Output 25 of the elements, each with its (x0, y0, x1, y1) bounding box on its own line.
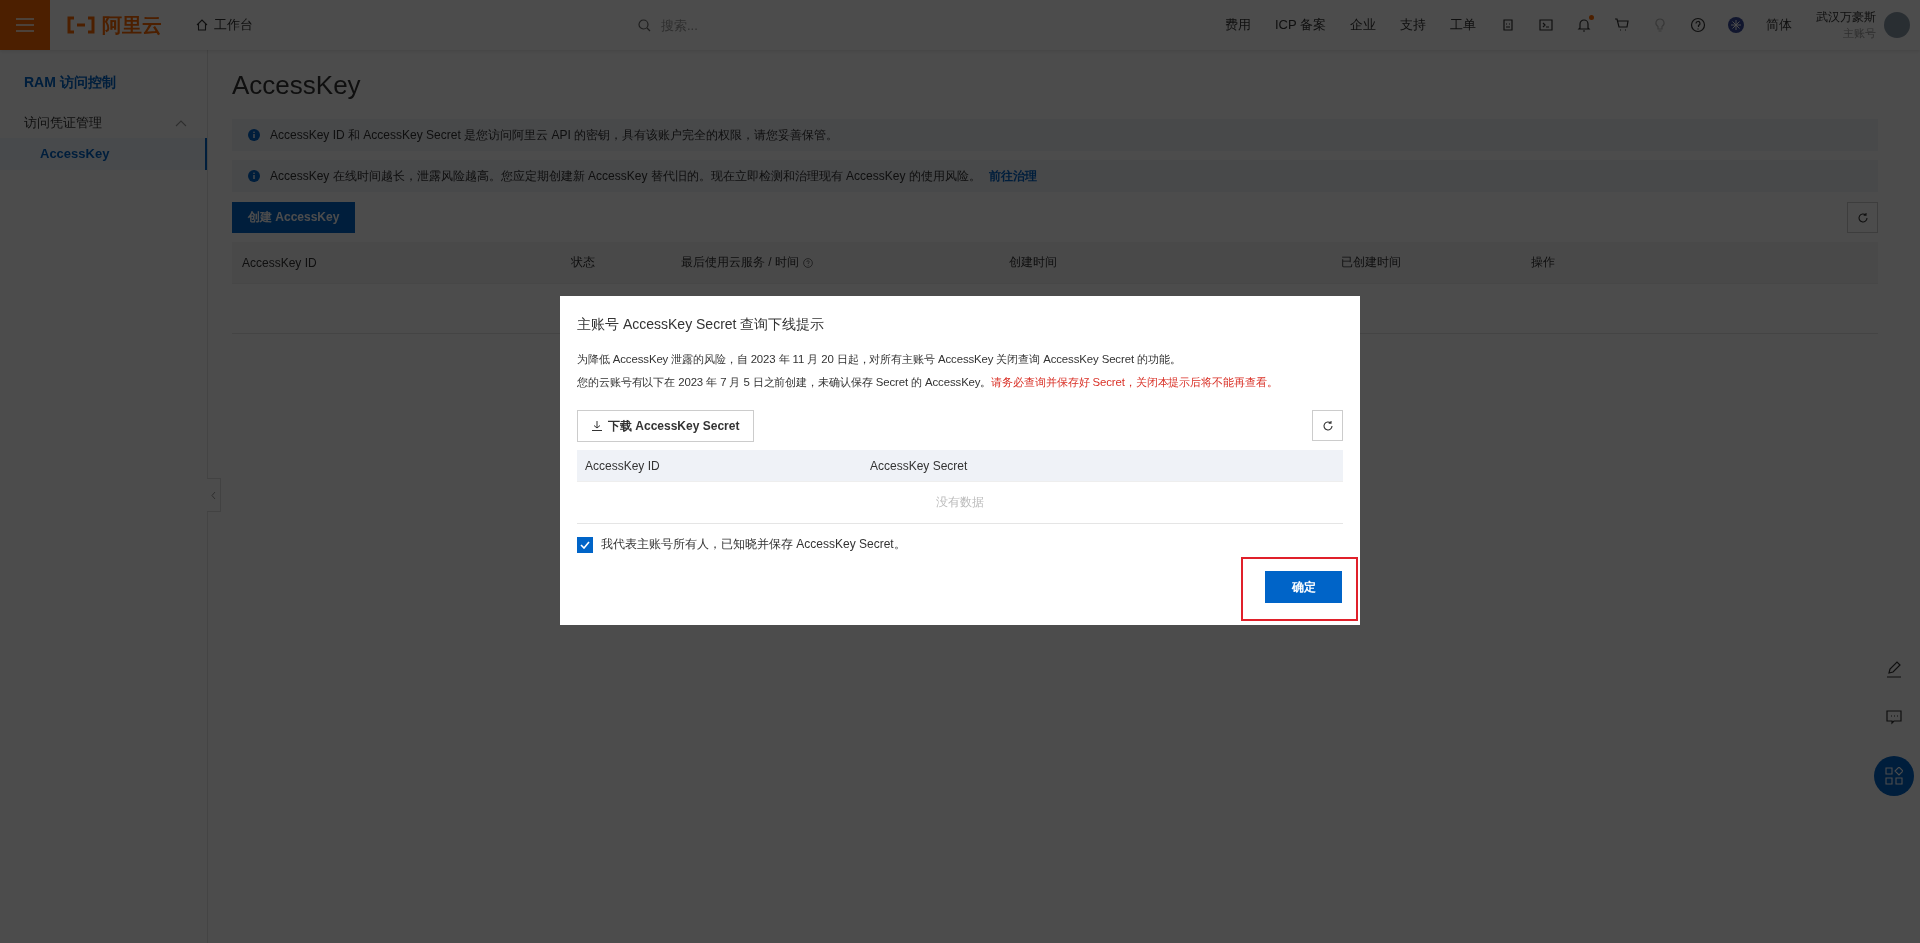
column-header: AccessKey ID (242, 255, 317, 270)
confirm-button[interactable]: 确定 (1265, 571, 1342, 603)
consent-label: 我代表主账号所有人，已知晓并保存 AccessKey Secret。 (601, 536, 906, 553)
nav-link[interactable]: 支持 (1400, 16, 1426, 34)
logo-text: 阿里云 (102, 12, 162, 38)
nav-link[interactable]: ICP 备案 (1274, 16, 1326, 34)
column-header: AccessKey Secret (870, 458, 968, 473)
consent-checkbox[interactable] (577, 536, 593, 553)
download-button[interactable]: 下载 AccessKey Secret (577, 410, 755, 442)
download-icon (592, 421, 602, 431)
check-icon (580, 540, 590, 549)
dialog-title: 主账号 AccessKey Secret 查询下线提示 (577, 316, 826, 334)
refresh-icon (1321, 419, 1334, 432)
nav-link[interactable]: 企业 (1350, 16, 1376, 34)
dialog-text: 您的云账号有以下在 2023 年 7 月 5 日之前创建，未确认保存 Secret 的 AccessKey。请务必查询并保存好 Secret，关闭本提示后将不能再查看。 (577, 375, 1279, 390)
empty-text: 没有数据 (936, 494, 984, 511)
group-label: 访问凭证管理 (24, 114, 102, 132)
dialog-text: 为降低 AccessKey 泄露的风险，自 2023 年 11 月 20 日起，对所有主账号 AccessKey 关闭查询 AccessKey Secret 的功能。 (577, 352, 1182, 367)
sidebar-title: RAM 访问控制 (23, 74, 117, 92)
page-title: AccessKey (232, 70, 362, 101)
govern-link[interactable]: 前往治理 (988, 168, 1037, 183)
column-header: AccessKey ID (585, 458, 660, 473)
nav-link[interactable]: 费用 (1224, 16, 1251, 34)
refresh-button[interactable] (1312, 410, 1343, 441)
nav-link[interactable]: 工单 (1450, 16, 1476, 34)
